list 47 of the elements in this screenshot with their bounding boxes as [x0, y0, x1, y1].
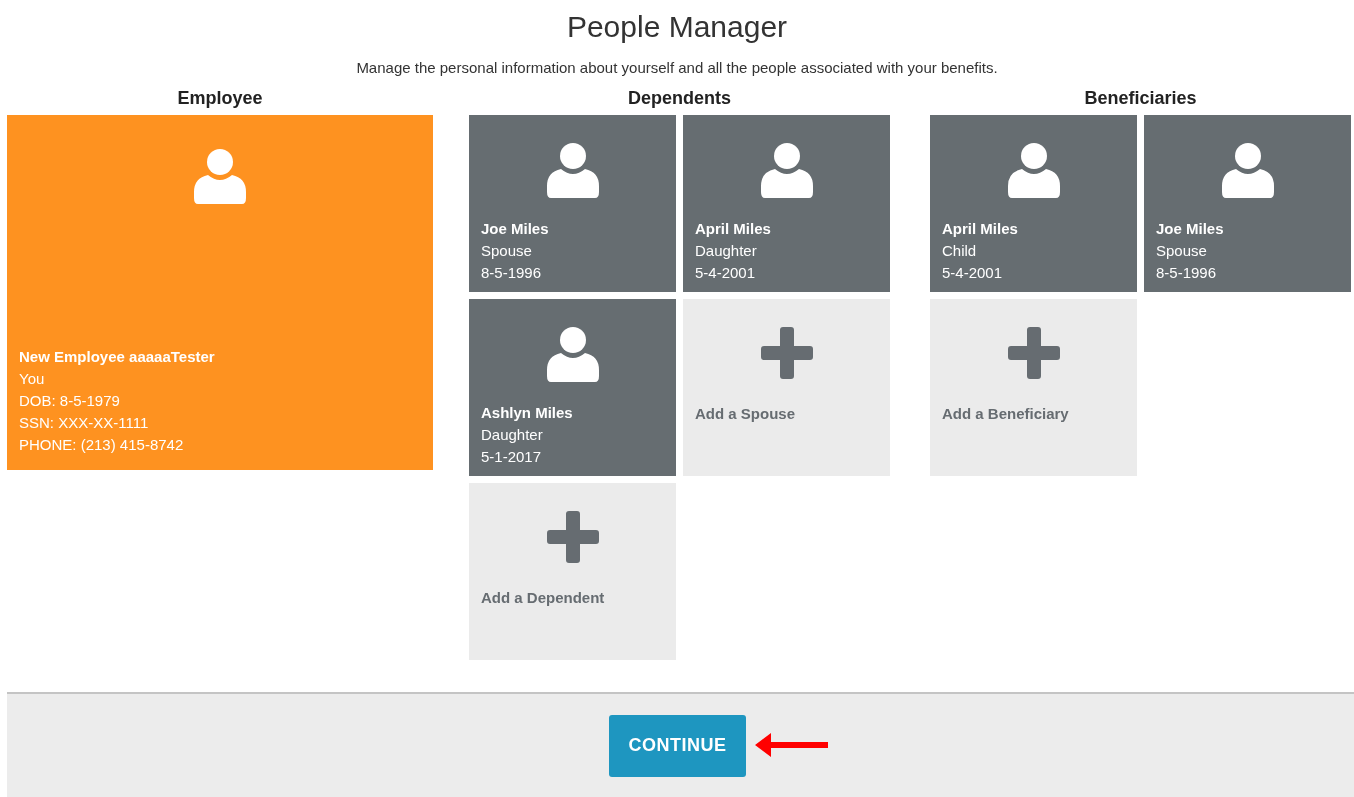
- column-heading: Dependents: [628, 87, 731, 109]
- person-icon: [1221, 142, 1274, 198]
- person-card[interactable]: Ashlyn Miles Daughter 5-1-2017: [469, 299, 676, 476]
- person-date: 5-4-2001: [695, 263, 757, 283]
- person-icon: [1007, 142, 1060, 198]
- person-date: 5-1-2017: [481, 447, 543, 467]
- page-subtitle: Manage the personal information about yourself and all the people associated with your benefits.: [355, 58, 999, 78]
- person-name: Joe Miles: [1156, 219, 1225, 239]
- person-card[interactable]: Joe Miles Spouse 8-5-1996: [469, 115, 676, 292]
- person-icon: [546, 142, 599, 198]
- add-label: Add a Dependent: [481, 588, 606, 608]
- employee-name: New Employee aaaaaTester: [19, 347, 216, 367]
- person-icon: [760, 142, 813, 198]
- add-label: Add a Beneficiary: [942, 404, 1070, 424]
- employee-detail: DOB: 8-5-1979: [19, 391, 121, 411]
- employee-detail: You: [19, 369, 46, 389]
- plus-icon: [546, 511, 599, 563]
- page-title: People Manager: [565, 9, 789, 45]
- person-card[interactable]: Joe Miles Spouse 8-5-1996: [1144, 115, 1351, 292]
- plus-icon: [1007, 327, 1060, 379]
- person-name: Joe Miles: [481, 219, 550, 239]
- person-icon: [194, 148, 246, 204]
- person-card[interactable]: April Miles Daughter 5-4-2001: [683, 115, 890, 292]
- employee-detail: SSN: XXX-XX-1111: [19, 413, 150, 433]
- column-heading: Employee: [177, 87, 263, 109]
- person-card[interactable]: April Miles Child 5-4-2001: [930, 115, 1137, 292]
- person-relation: Spouse: [1156, 241, 1208, 261]
- person-relation: Child: [942, 241, 978, 261]
- person-relation: Spouse: [481, 241, 533, 261]
- add-card[interactable]: Add a Spouse: [683, 299, 890, 476]
- person-relation: Daughter: [481, 425, 544, 445]
- person-date: 5-4-2001: [942, 263, 1004, 283]
- person-date: 8-5-1996: [481, 263, 543, 283]
- arrow-icon: [755, 732, 828, 757]
- person-icon: [546, 326, 599, 382]
- person-name: April Miles: [942, 219, 1019, 239]
- person-name: April Miles: [695, 219, 772, 239]
- add-card[interactable]: Add a Beneficiary: [930, 299, 1137, 476]
- employee-detail: PHONE: (213) 415-8742: [19, 435, 185, 455]
- add-card[interactable]: Add a Dependent: [469, 483, 676, 660]
- add-label: Add a Spouse: [695, 404, 796, 424]
- person-date: 8-5-1996: [1156, 263, 1218, 283]
- column-heading: Beneficiaries: [1084, 87, 1197, 109]
- continue-button[interactable]: CONTINUE: [609, 714, 746, 777]
- person-relation: Daughter: [695, 241, 758, 261]
- plus-icon: [760, 327, 813, 379]
- person-name: Ashlyn Miles: [481, 403, 574, 423]
